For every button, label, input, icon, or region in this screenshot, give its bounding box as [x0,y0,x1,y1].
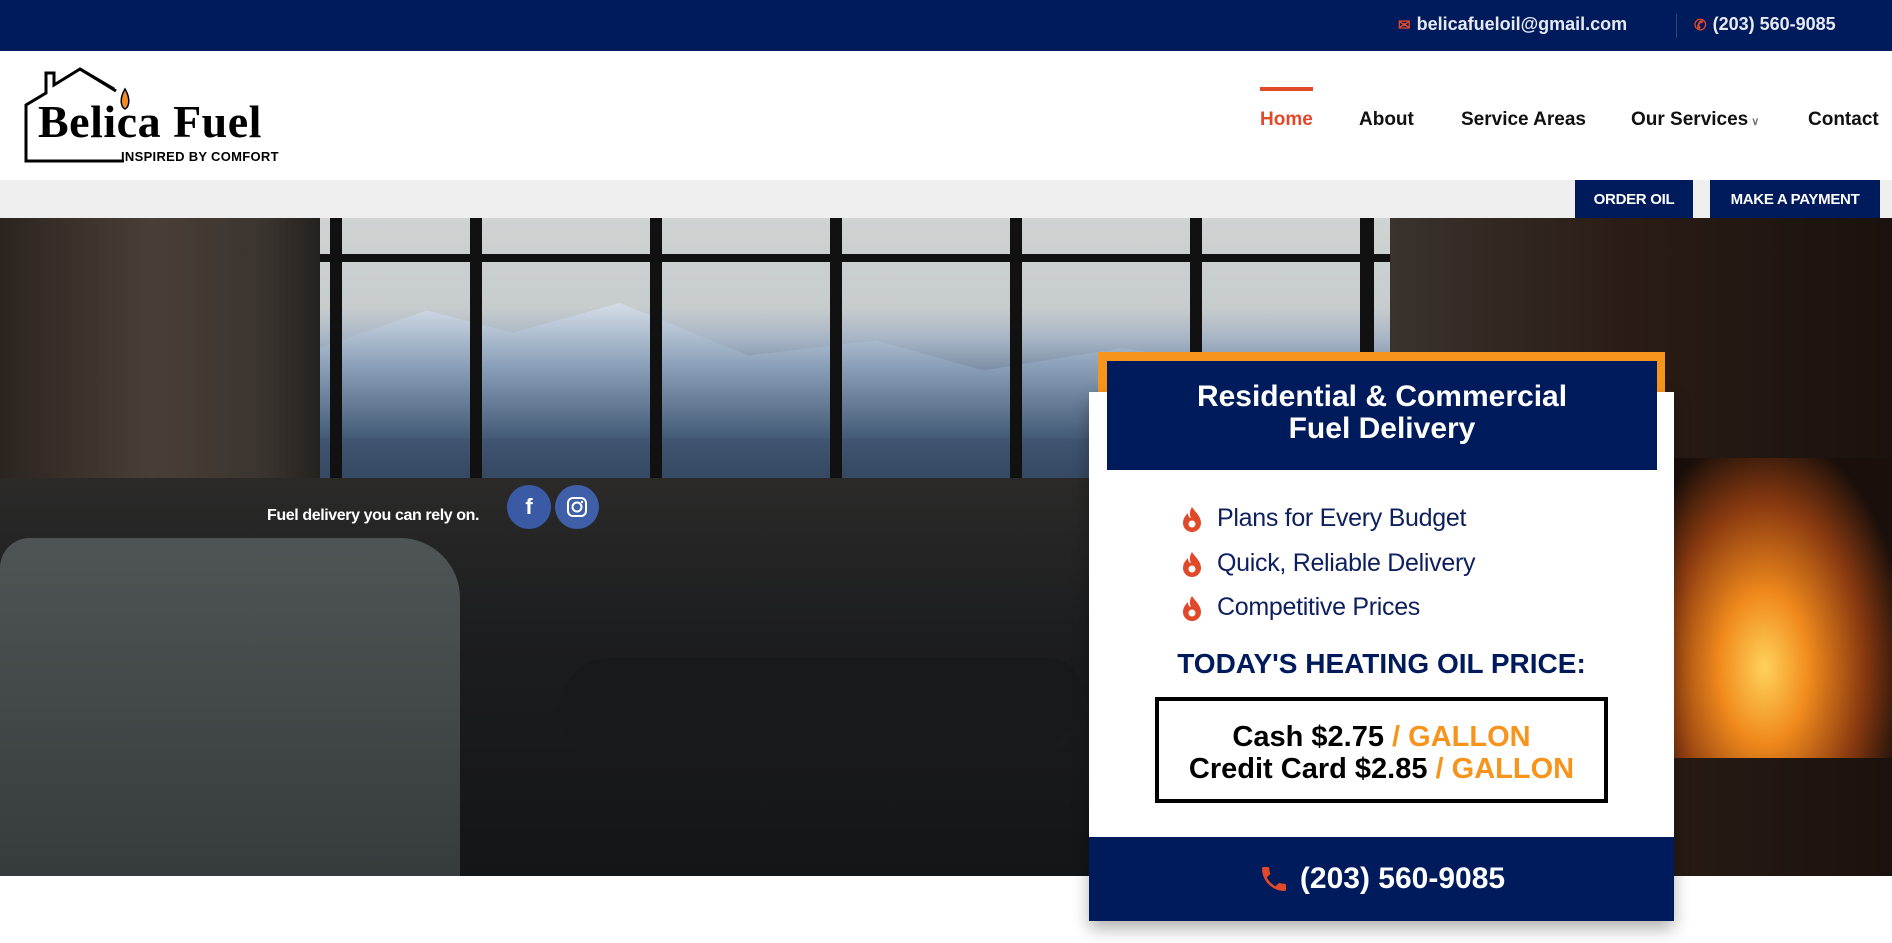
chevron-down-icon: ∨ [1751,116,1760,128]
list-item: Competitive Prices [1181,593,1420,622]
flame-icon [1183,595,1201,621]
flame-icon [1183,551,1201,577]
phone-icon [1261,867,1286,891]
facebook-icon[interactable]: f [507,485,551,529]
instagram-icon[interactable] [555,485,599,529]
site-header: Belica Fuel INSPIRED BY COMFORT Home Abo… [0,51,1892,180]
price-title: TODAY'S HEATING OIL PRICE: [1177,648,1586,679]
nav-about[interactable]: About [1359,109,1414,131]
order-oil-button[interactable]: ORDER OIL [1575,180,1693,218]
logo[interactable]: Belica Fuel INSPIRED BY COMFORT [24,67,304,164]
card-title: Residential & Commercial Fuel Delivery [1107,361,1657,470]
price-box: Cash $2.75 / GALLON Credit Card $2.85 / … [1155,697,1608,803]
phone-text: (203) 560-9085 [1712,14,1836,34]
nav-contact[interactable]: Contact [1808,109,1879,131]
hero-tagline: Fuel delivery you can rely on. [267,507,480,524]
email-link[interactable]: ✉ belicafueloil@gmail.com [1398,14,1627,35]
nav-service-areas[interactable]: Service Areas [1461,109,1586,131]
fireplace [1660,458,1892,758]
flame-icon [1183,506,1201,532]
list-item: Plans for Every Budget [1181,504,1466,533]
top-contact-bar: ✉ belicafueloil@gmail.com ✆ (203) 560-90… [0,0,1892,51]
envelope-icon: ✉ [1398,16,1411,34]
email-text: belicafueloil@gmail.com [1416,14,1628,34]
call-button[interactable]: (203) 560-9085 [1089,837,1674,921]
logo-tagline: INSPIRED BY COMFORT [121,149,279,164]
credit-price: Credit Card $2.85 / GALLON [1188,753,1575,785]
list-item: Quick, Reliable Delivery [1181,549,1475,578]
call-phone-text: (203) 560-9085 [1299,862,1506,895]
phone-link[interactable]: ✆ (203) 560-9085 [1694,14,1836,35]
nav-home[interactable]: Home [1260,87,1313,131]
logo-name: Belica Fuel [38,96,262,147]
phone-icon: ✆ [1694,16,1707,34]
nav-our-services[interactable]: Our Services ∨ [1631,109,1759,131]
active-indicator [1260,87,1313,91]
divider [1676,14,1677,38]
make-payment-button[interactable]: MAKE A PAYMENT [1710,180,1880,218]
cash-price: Cash $2.75 / GALLON [1232,721,1531,753]
